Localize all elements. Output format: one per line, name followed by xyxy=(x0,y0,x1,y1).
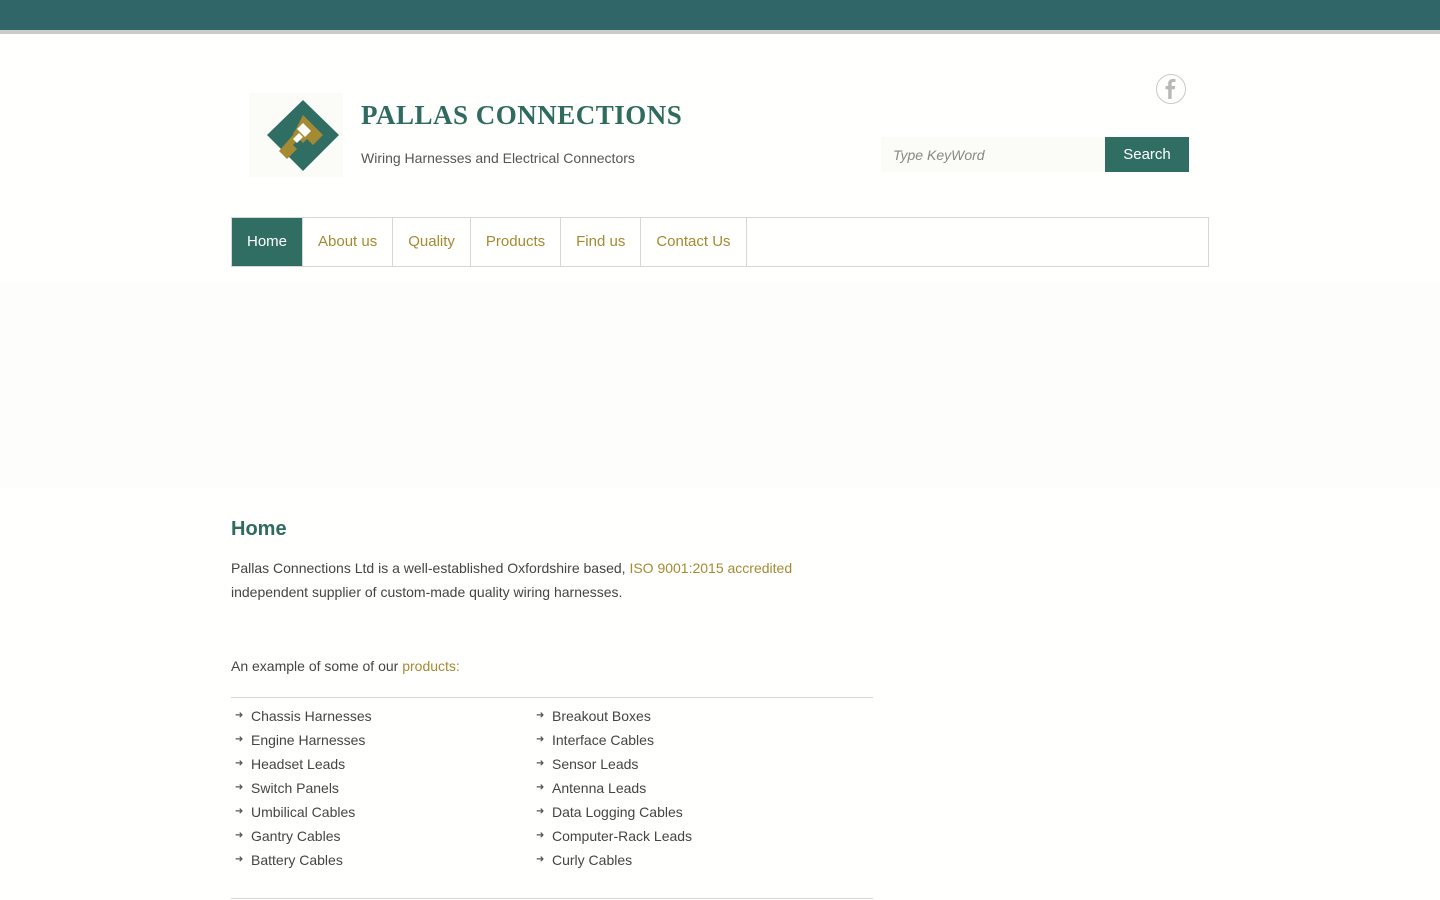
product-label: Battery Cables xyxy=(251,852,343,868)
search-input[interactable] xyxy=(881,137,1105,172)
site-name[interactable]: PALLAS CONNECTIONS xyxy=(361,100,682,131)
arrow-right-icon: ➜ xyxy=(235,830,244,841)
intro-paragraph: Pallas Connections Ltd is a well-establi… xyxy=(231,556,871,604)
nav-item-quality[interactable]: Quality xyxy=(393,218,471,266)
product-item[interactable]: ➜ Battery Cables xyxy=(231,848,372,872)
product-item[interactable]: ➜ Umbilical Cables xyxy=(231,800,372,824)
product-label: Gantry Cables xyxy=(251,828,341,844)
product-item[interactable]: ➜ Antenna Leads xyxy=(532,776,692,800)
arrow-right-icon: ➜ xyxy=(536,758,545,769)
arrow-right-icon: ➜ xyxy=(536,710,545,721)
product-label: Chassis Harnesses xyxy=(251,708,372,724)
product-item[interactable]: ➜ Gantry Cables xyxy=(231,824,372,848)
product-item[interactable]: ➜ Switch Panels xyxy=(231,776,372,800)
product-label: Umbilical Cables xyxy=(251,804,356,820)
top-bar xyxy=(0,0,1440,30)
arrow-right-icon: ➜ xyxy=(235,758,244,769)
product-item[interactable]: ➜ Curly Cables xyxy=(532,848,692,872)
product-label: Headset Leads xyxy=(251,756,346,772)
product-label: Data Logging Cables xyxy=(552,804,683,820)
product-item[interactable]: ➜ Sensor Leads xyxy=(532,752,692,776)
product-item[interactable]: ➜ Headset Leads xyxy=(231,752,372,776)
products-intro-text: An example of some of our xyxy=(231,658,403,674)
arrow-right-icon: ➜ xyxy=(235,782,244,793)
arrow-right-icon: ➜ xyxy=(536,806,545,817)
iso-accreditation-link[interactable]: ISO 9001:2015 accredited xyxy=(629,560,792,576)
product-label: Interface Cables xyxy=(552,732,654,748)
nav-item-about-us[interactable]: About us xyxy=(303,218,394,266)
product-item[interactable]: ➜ Breakout Boxes xyxy=(532,704,692,728)
site-logo[interactable] xyxy=(249,93,343,177)
divider xyxy=(231,898,873,899)
search-button[interactable]: Search xyxy=(1105,137,1189,172)
products-list-right: ➜ Breakout Boxes ➜ Interface Cables ➜ Senso… xyxy=(532,704,692,872)
nav-item-home[interactable]: Home xyxy=(232,218,304,266)
nav-item-find-us[interactable]: Find us xyxy=(561,218,642,266)
nav-item-products[interactable]: Products xyxy=(471,218,562,266)
top-bar-divider xyxy=(0,30,1440,34)
arrow-right-icon: ➜ xyxy=(235,854,244,865)
facebook-link[interactable] xyxy=(1156,74,1186,104)
hero-banner xyxy=(0,282,1440,488)
product-label: Engine Harnesses xyxy=(251,732,366,748)
arrow-right-icon: ➜ xyxy=(536,830,545,841)
divider xyxy=(231,697,873,698)
product-item[interactable]: ➜ Engine Harnesses xyxy=(231,728,372,752)
main-navigation: Home About us Quality Products Find us C… xyxy=(231,217,1209,267)
product-label: Sensor Leads xyxy=(552,756,639,772)
products-intro: An example of some of our products: xyxy=(231,658,460,674)
intro-text-end: independent supplier of custom-made qual… xyxy=(231,584,623,600)
product-item[interactable]: ➜ Computer-Rack Leads xyxy=(532,824,692,848)
page-title: Home xyxy=(231,518,287,540)
product-label: Computer-Rack Leads xyxy=(552,828,693,844)
product-item[interactable]: ➜ Interface Cables xyxy=(532,728,692,752)
arrow-right-icon: ➜ xyxy=(536,854,545,865)
intro-text: Pallas Connections Ltd is a well-establi… xyxy=(231,560,630,576)
product-item[interactable]: ➜ Chassis Harnesses xyxy=(231,704,372,728)
logo-diamond-icon xyxy=(267,100,339,171)
products-link[interactable]: products: xyxy=(402,658,460,674)
product-label: Antenna Leads xyxy=(552,780,647,796)
arrow-right-icon: ➜ xyxy=(235,806,244,817)
product-item[interactable]: ➜ Data Logging Cables xyxy=(532,800,692,824)
facebook-icon xyxy=(1165,79,1176,99)
product-label: Curly Cables xyxy=(552,852,633,868)
arrow-right-icon: ➜ xyxy=(536,782,545,793)
products-list-left: ➜ Chassis Harnesses ➜ Engine Harnesses ➜ He… xyxy=(231,704,372,872)
product-label: Breakout Boxes xyxy=(552,708,651,724)
arrow-right-icon: ➜ xyxy=(536,734,545,745)
arrow-right-icon: ➜ xyxy=(235,734,244,745)
site-tagline: Wiring Harnesses and Electrical Connecto… xyxy=(361,150,635,166)
product-label: Switch Panels xyxy=(251,780,339,796)
nav-item-contact-us[interactable]: Contact Us xyxy=(641,218,747,266)
arrow-right-icon: ➜ xyxy=(235,710,244,721)
